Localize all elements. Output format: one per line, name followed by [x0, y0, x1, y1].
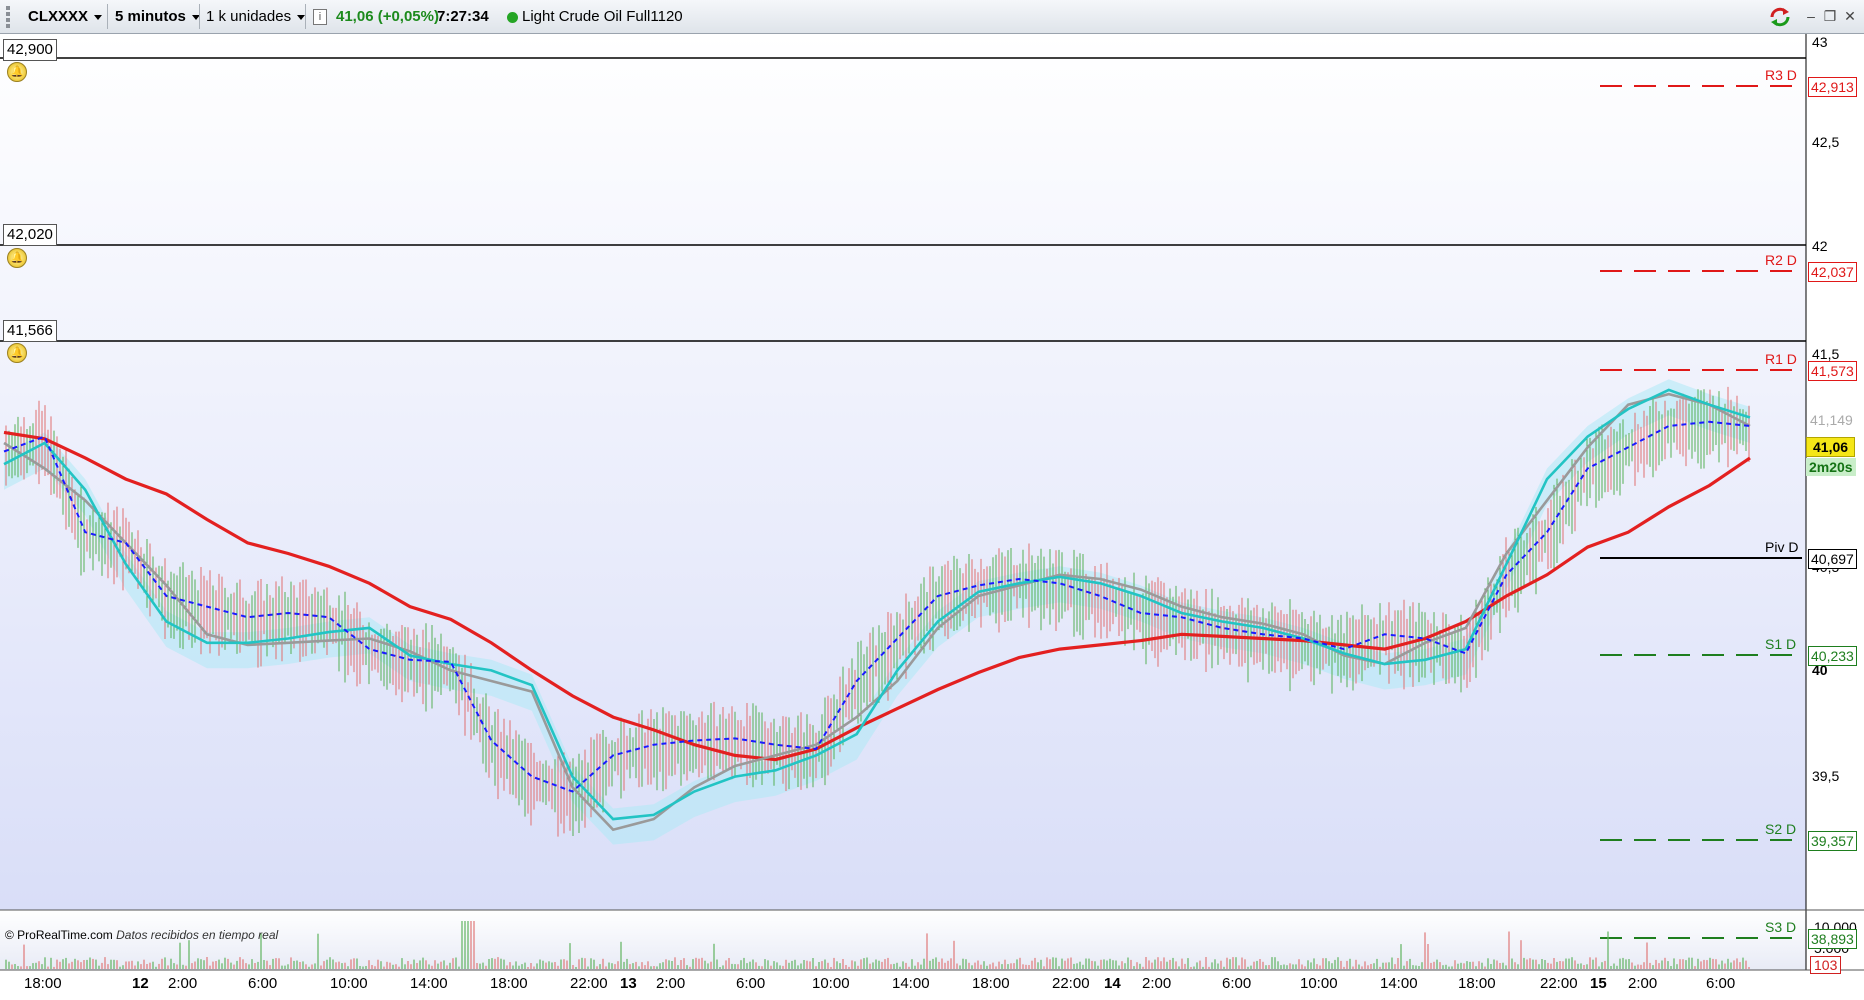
last-price-change: 41,06 (+0,05%): [336, 8, 439, 25]
toolbar-divider: [199, 4, 200, 29]
countdown-timer: 2m20s: [1806, 458, 1856, 476]
minimize-icon[interactable]: –: [1803, 8, 1819, 24]
pivot-level-value: 41,573: [1808, 361, 1857, 381]
price-tick: 42,5: [1812, 134, 1840, 150]
price-chart[interactable]: [0, 34, 1864, 1000]
toolbar-divider: [107, 4, 108, 29]
toolbar-divider: [305, 4, 306, 29]
time-axis-day: 14: [1104, 975, 1121, 992]
time-axis-tick: 14:00: [892, 975, 930, 992]
pivot-level-value: 40,697: [1808, 549, 1857, 569]
instrument-info: Light Crude Oil Full1120: [507, 0, 683, 33]
units-selector[interactable]: 1 k unidades: [206, 0, 306, 33]
symbol-selector[interactable]: CLXXXX: [28, 0, 103, 33]
copyright-note: © ProRealTime.com Datos recibidos en tie…: [5, 928, 278, 942]
price-tick: 39,5: [1812, 768, 1840, 784]
pivot-level-name: R1 D: [1765, 351, 1797, 367]
time-axis-tick: 22:00: [1052, 975, 1090, 992]
symbol-label: CLXXXX: [28, 8, 89, 25]
status-dot-icon: [507, 11, 518, 23]
price-tick: 43: [1812, 34, 1828, 50]
time-axis-day: 12: [132, 975, 149, 992]
clock-time: 7:27:34: [437, 8, 489, 25]
time-axis-tick: 18:00: [24, 975, 62, 992]
time-axis-tick: 18:00: [972, 975, 1010, 992]
info-button[interactable]: i: [313, 0, 327, 33]
chevron-down-icon: [297, 14, 306, 20]
pivot-level-name: S2 D: [1765, 821, 1797, 837]
time-axis-tick: 10:00: [330, 975, 368, 992]
bell-icon[interactable]: 🔔: [7, 248, 27, 268]
pivot-level-value: 42,037: [1808, 262, 1857, 282]
sync-icon[interactable]: [1768, 6, 1792, 28]
time-axis-tick: 6:00: [1222, 975, 1252, 992]
price-tick: 41,5: [1812, 346, 1840, 362]
alert-line-label[interactable]: 42,900: [3, 39, 57, 61]
time-axis-tick: 2:00: [1628, 975, 1658, 992]
pivot-level-name: S1 D: [1765, 636, 1797, 652]
realtime-note: Datos recibidos en tiempo real: [116, 928, 279, 942]
time-axis-tick: 22:00: [1540, 975, 1578, 992]
time-axis-tick: 6:00: [1706, 975, 1736, 992]
time-axis-tick: 2:00: [656, 975, 686, 992]
toolbar: CLXXXX 5 minutos 1 k unidades i 41,06 (+…: [0, 0, 1864, 34]
time-axis-tick: 18:00: [1458, 975, 1496, 992]
time-axis-tick: 22:00: [570, 975, 608, 992]
instrument-name: Light Crude Oil Full1120: [522, 8, 683, 25]
bell-icon[interactable]: 🔔: [7, 343, 27, 363]
time-axis-tick: 10:00: [812, 975, 850, 992]
time-axis-tick: 14:00: [410, 975, 448, 992]
pivot-level-value: 38,893: [1808, 929, 1857, 949]
source-label: © ProRealTime.com: [5, 928, 113, 942]
interval-selector[interactable]: 5 minutos: [115, 0, 200, 33]
time-axis-tick: 2:00: [1142, 975, 1172, 992]
pivot-level-name: Piv D: [1765, 539, 1799, 555]
alert-line-label[interactable]: 42,020: [3, 224, 57, 246]
pivot-level-name: R3 D: [1765, 67, 1797, 83]
chart-area[interactable]: 42,900 42,020 41,566 🔔 🔔 🔔 43 42,5 42 41…: [0, 34, 1864, 1000]
price-tick: 42: [1812, 238, 1828, 254]
time-axis-tick: 18:00: [490, 975, 528, 992]
current-volume-tag: 103: [1810, 956, 1842, 974]
chevron-down-icon: [94, 14, 103, 20]
pivot-level-name: S3 D: [1765, 919, 1797, 935]
ma-value-tag: 41,149: [1810, 412, 1853, 428]
units-label: 1 k unidades: [206, 8, 292, 25]
time-axis-tick: 2:00: [168, 975, 198, 992]
restore-icon[interactable]: ❐: [1822, 8, 1838, 24]
toolbar-grip-icon[interactable]: [2, 4, 16, 28]
pivot-level-value: 39,357: [1808, 831, 1857, 851]
time-axis-day: 13: [620, 975, 637, 992]
bell-icon[interactable]: 🔔: [7, 62, 27, 82]
alert-line-label[interactable]: 41,566: [3, 320, 57, 342]
current-price-tag: 41,06: [1806, 437, 1856, 457]
info-icon: i: [313, 9, 327, 26]
time-axis-tick: 10:00: [1300, 975, 1338, 992]
time-axis-tick: 6:00: [248, 975, 278, 992]
interval-label: 5 minutos: [115, 8, 186, 25]
time-axis-tick: 6:00: [736, 975, 766, 992]
time-axis-day: 15: [1590, 975, 1607, 992]
pivot-level-name: R2 D: [1765, 252, 1797, 268]
close-icon[interactable]: ✕: [1842, 8, 1858, 24]
time-axis-tick: 14:00: [1380, 975, 1418, 992]
pivot-level-value: 40,233: [1808, 646, 1857, 666]
pivot-level-value: 42,913: [1808, 77, 1857, 97]
